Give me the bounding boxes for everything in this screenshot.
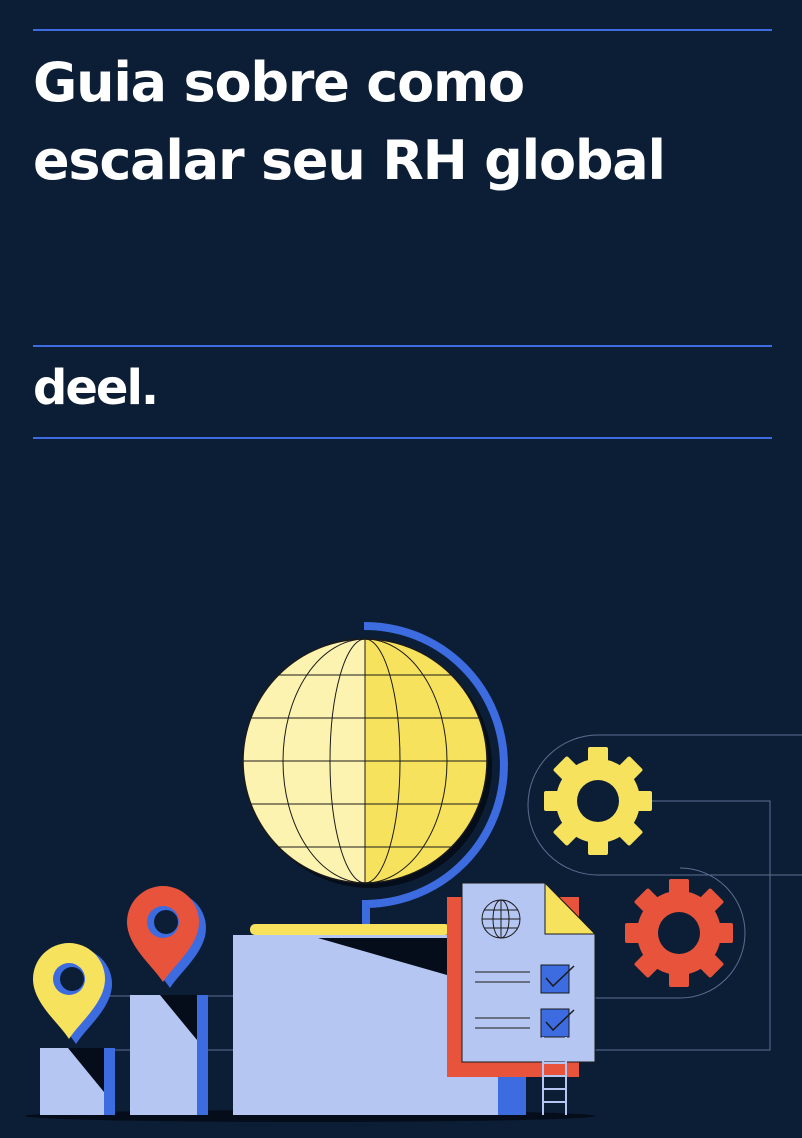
page-title: Guia sobre como escalar seu RH global (33, 44, 773, 200)
gear-icon (625, 879, 733, 987)
location-pin-icon (127, 886, 206, 988)
globe-base (250, 924, 450, 935)
checkbox-icon (540, 964, 575, 994)
middle-divider (33, 345, 772, 347)
small-box (40, 1048, 115, 1115)
title-line-2: escalar seu RH global (33, 129, 666, 192)
title-line-1: Guia sobre como (33, 51, 525, 114)
brand-logo: deel. (33, 360, 159, 416)
globe-icon (242, 638, 492, 888)
document-globe-icon (481, 899, 521, 939)
location-pin-icon (33, 943, 112, 1044)
checkbox-icon (540, 1008, 575, 1038)
medium-box (130, 995, 208, 1115)
bottom-divider (33, 437, 772, 439)
gear-icon (544, 747, 652, 855)
top-divider (33, 29, 772, 31)
hero-illustration (25, 621, 802, 1122)
